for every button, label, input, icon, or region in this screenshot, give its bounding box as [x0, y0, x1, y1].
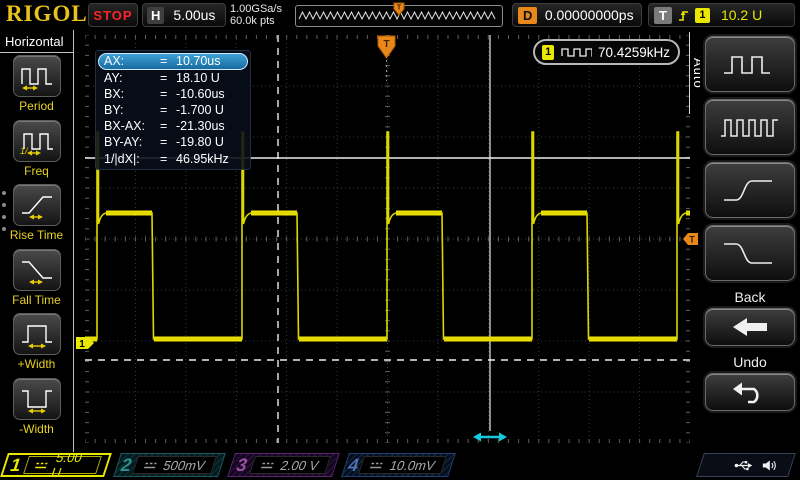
left-menu-title: Horizontal	[0, 30, 73, 53]
menu-item-freq[interactable]: 1/ Freq	[0, 118, 73, 183]
coupling-dc-icon	[35, 462, 48, 468]
trigger-level-marker[interactable]: T	[682, 232, 699, 251]
coupling-dc-icon	[370, 462, 384, 468]
memory-depth: 60.0k pts	[230, 15, 275, 27]
cursor-row-ax[interactable]: AX: = 10.70us	[98, 53, 248, 70]
cursor-row-bx[interactable]: BX: = -10.60us	[98, 86, 248, 102]
channel-tab-3[interactable]: 3 2.00 V	[227, 453, 340, 477]
timebase-value: 5.00us	[173, 7, 216, 23]
svg-text:1: 1	[79, 339, 85, 350]
period-icon	[20, 68, 52, 91]
cursor-measurement-panel: AX: = 10.70us AY: = 18.10 U BX: = -10.60…	[95, 50, 251, 170]
sample-rate: 1.00GSa/s	[230, 3, 282, 15]
trigger-position-marker[interactable]: T	[377, 35, 396, 64]
trigger-position-marker-small[interactable]: T	[393, 2, 405, 21]
channel-scale-box: 2.00 V	[249, 456, 331, 474]
channel-scale-box: 10.0mV	[358, 456, 447, 474]
menu-item-minus-width[interactable]: -Width	[0, 376, 73, 441]
right-soft-menu: Back Undo	[700, 30, 800, 452]
menu-item-label: Period	[19, 99, 54, 113]
softkey-multi-pulse[interactable]	[705, 99, 795, 155]
falling-edge-icon	[724, 243, 772, 264]
menu-item-label: Rise Time	[9, 228, 64, 242]
menu-item-plus-width[interactable]: +Width	[0, 311, 73, 376]
usb-icon	[734, 460, 753, 470]
horizontal-timebase-box[interactable]: H 5.00us	[142, 3, 226, 27]
sound-icon	[763, 460, 777, 470]
channel1-ground-marker[interactable]: 1	[75, 336, 95, 355]
plus-width-icon	[21, 325, 52, 349]
freq-channel-badge: 1	[542, 44, 555, 60]
svg-text:T: T	[689, 235, 695, 245]
freq-button[interactable]: 1/	[12, 119, 61, 162]
menu-page-dots	[2, 191, 6, 231]
back-button[interactable]	[705, 308, 795, 346]
menu-item-label: -Width	[19, 421, 54, 436]
channel-tab-2[interactable]: 2 500mV	[113, 453, 226, 477]
period-button[interactable]	[12, 55, 61, 97]
frequency-counter-readout: 1 70.4259kHz	[533, 39, 680, 65]
trigger-info-box[interactable]: T 1 10.2 U	[648, 3, 795, 27]
softkey-falling-edge[interactable]	[705, 225, 795, 281]
minus-width-icon	[21, 389, 52, 413]
channel-tab-1[interactable]: 1 5.00 U	[0, 450, 112, 480]
menu-item-period[interactable]: Period	[0, 53, 73, 118]
acquisition-info: 1.00GSa/s 60.0k pts	[230, 3, 282, 27]
channel-tab-4[interactable]: 4 10.0mV	[341, 453, 456, 477]
undo-button[interactable]	[705, 373, 795, 411]
cursor-row-bxax[interactable]: BX-AX: = -21.30us	[98, 118, 248, 134]
svg-text:T: T	[383, 39, 389, 50]
cursor-row-by[interactable]: BY: = -1.700 U	[98, 102, 248, 118]
trigger-label: T	[654, 6, 672, 24]
trigger-level-value: 10.2 U	[720, 7, 763, 23]
multi-pulse-icon	[721, 119, 778, 137]
back-label: Back	[734, 289, 766, 305]
undo-arrow-icon	[733, 382, 759, 404]
undo-label: Undo	[733, 354, 767, 370]
rise-time-icon	[21, 196, 52, 220]
fall-time-icon	[21, 260, 52, 284]
cursor-row-invdx[interactable]: 1/|dX|: = 46.95kHz	[98, 150, 248, 166]
back-arrow-icon	[733, 318, 767, 336]
trigger-delay-box[interactable]: D 0.00000000ps	[512, 3, 642, 27]
svg-text:1/: 1/	[20, 146, 29, 156]
menu-item-label: +Width	[17, 357, 56, 371]
menu-item-label: Fall Time	[12, 292, 61, 307]
oscilloscope-screen: RIGOL STOP H 5.00us 1.00GSa/s 60.0k pts …	[0, 0, 800, 480]
channel-scale-box: 5.00 U	[23, 450, 102, 480]
rise-time-button[interactable]	[12, 184, 61, 226]
softkey-rising-edge[interactable]	[705, 162, 795, 218]
rising-edge-icon	[724, 180, 772, 201]
frequency-value: 70.4259kHz	[597, 44, 670, 60]
trigger-source-badge: 1	[694, 7, 710, 23]
coupling-dc-icon	[143, 462, 157, 468]
trigger-slope-icon	[678, 10, 688, 21]
menu-item-rise-time[interactable]: Rise Time	[0, 182, 73, 247]
run-state-label: STOP	[93, 7, 133, 23]
fall-time-button[interactable]	[12, 248, 61, 291]
display-graticule: AX: = 10.70us AY: = 18.10 U BX: = -10.60…	[76, 35, 698, 443]
square-wave-icon	[724, 56, 770, 74]
softkey-square-wave[interactable]	[705, 36, 795, 92]
menu-item-fall-time[interactable]: Fall Time	[0, 247, 73, 312]
channel-status-bar: 1 5.00 U 2 500mV 3 2.00 V 4 10.0mV	[0, 450, 800, 480]
svg-text:T: T	[397, 5, 402, 12]
status-icons-area	[696, 453, 796, 477]
brand-logo: RIGOL	[6, 1, 88, 26]
menu-item-label: Freq	[24, 163, 49, 178]
plus-width-button[interactable]	[12, 313, 61, 355]
freq-icon: 1/	[20, 132, 53, 156]
delay-label: D	[518, 6, 538, 24]
waveform-memory-preview[interactable]: T	[295, 2, 503, 27]
cursor-row-byay[interactable]: BY-AY: = -19.80 U	[98, 134, 248, 150]
minus-width-button[interactable]	[12, 377, 61, 420]
cursor-row-ay[interactable]: AY: = 18.10 U	[98, 70, 248, 86]
run-stop-status[interactable]: STOP	[88, 3, 138, 27]
square-wave-icon	[561, 48, 592, 57]
left-menu-horizontal: Horizontal Period 1/ Freq Rise Time Fall…	[0, 30, 74, 452]
coupling-dc-icon	[261, 462, 274, 468]
horizontal-label: H	[147, 6, 165, 24]
delay-value: 0.00000000ps	[544, 7, 634, 23]
channel-scale-box: 500mV	[131, 456, 217, 474]
